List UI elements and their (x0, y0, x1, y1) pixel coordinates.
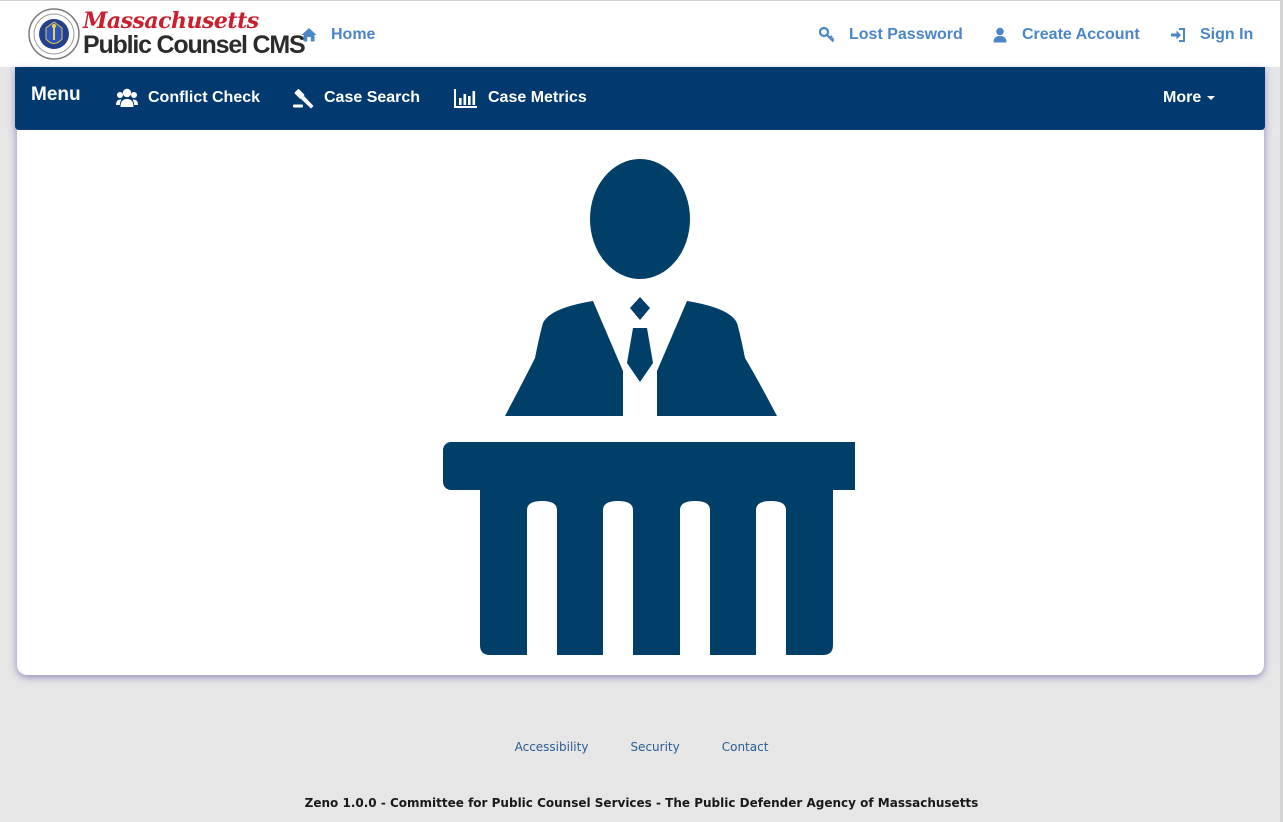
footer-link-contact[interactable]: Contact (722, 740, 769, 754)
main-content-card (17, 130, 1264, 675)
attorney-at-podium-icon (443, 159, 855, 655)
top-header: Massachusetts Public Counsel CMS Home Lo… (0, 0, 1283, 67)
key-icon (819, 27, 835, 43)
site-logo[interactable]: Massachusetts Public Counsel CMS (28, 6, 306, 62)
nav-conflict-check[interactable]: Conflict Check (116, 85, 260, 111)
nav-case-metrics[interactable]: Case Metrics (454, 85, 587, 111)
nav-case-metrics-label: Case Metrics (488, 89, 587, 106)
home-icon (301, 28, 317, 42)
nav-conflict-check-label: Conflict Check (148, 89, 261, 106)
sign-in-label: Sign In (1200, 26, 1254, 43)
footer-link-security[interactable]: Security (630, 740, 679, 754)
massachusetts-seal-icon (28, 8, 80, 60)
lost-password-link[interactable]: Lost Password (819, 23, 963, 47)
footer-copyright: Zeno 1.0.0 - Committee for Public Counse… (304, 796, 979, 810)
nav-case-search-label: Case Search (324, 89, 421, 106)
lost-password-label: Lost Password (849, 26, 963, 43)
create-account-label: Create Account (1022, 26, 1140, 43)
nav-more-dropdown[interactable]: More (1163, 85, 1216, 111)
caret-down-icon (1207, 96, 1216, 100)
menu-title[interactable]: Menu (31, 84, 81, 106)
nav-more-label: More (1163, 89, 1202, 106)
users-icon (116, 88, 138, 107)
footer-links: Accessibility Security Contact (0, 740, 1283, 754)
nav-case-search[interactable]: Case Search (292, 85, 420, 111)
sign-in-link[interactable]: Sign In (1170, 23, 1253, 47)
gavel-icon (293, 89, 314, 109)
home-link-label: Home (331, 26, 376, 43)
home-link[interactable]: Home (301, 23, 375, 47)
create-account-link[interactable]: Create Account (992, 23, 1140, 47)
logo-title-text: Public Counsel CMS (83, 31, 306, 59)
footer-link-accessibility[interactable]: Accessibility (515, 740, 589, 754)
main-navbar: Menu Conflict Check Case Search Case Met… (15, 67, 1265, 130)
sign-in-icon (1171, 28, 1185, 42)
user-icon (993, 27, 1007, 43)
bar-chart-icon (454, 89, 477, 108)
